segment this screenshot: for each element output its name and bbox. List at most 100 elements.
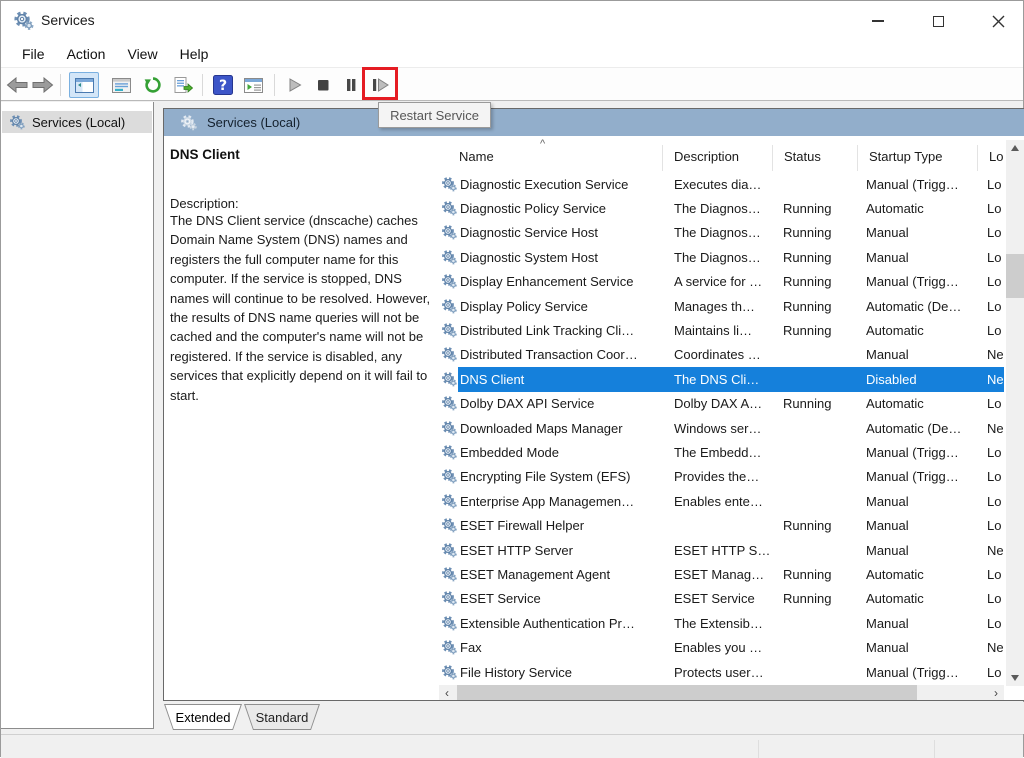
maximize-button[interactable] — [915, 1, 961, 41]
export-list-button[interactable] — [169, 72, 197, 98]
service-row[interactable]: Extensible Authentication Pr… The Extens… — [439, 611, 1004, 635]
horizontal-scrollbar[interactable]: ‹ › — [439, 685, 1004, 700]
selected-service-name: DNS Client — [170, 147, 240, 162]
tab-extended[interactable]: Extended — [164, 704, 242, 730]
properties-button[interactable] — [107, 72, 135, 98]
restart-button-highlight-box — [362, 67, 398, 100]
service-row[interactable]: Fax Enables you … Manual Ne — [439, 635, 1004, 659]
scroll-right-button[interactable]: › — [988, 685, 1004, 700]
column-header-name[interactable]: Name — [439, 145, 662, 171]
service-startup-type: Manual (Trigg… — [866, 274, 959, 290]
tab-standard[interactable]: Standard — [244, 704, 320, 730]
back-arrow-icon — [6, 77, 28, 93]
menu-action[interactable]: Action — [56, 41, 117, 67]
service-startup-type: Manual — [866, 640, 909, 656]
menu-help[interactable]: Help — [169, 41, 220, 67]
service-row[interactable]: ESET Service ESET Service Running Automa… — [439, 587, 1004, 611]
services-list: Diagnostic Execution Service Executes di… — [439, 172, 1004, 684]
menu-file[interactable]: File — [11, 41, 56, 67]
service-row[interactable]: Distributed Link Tracking Cli… Maintains… — [439, 318, 1004, 342]
service-startup-type: Automatic (De… — [866, 420, 962, 436]
service-row[interactable]: DNS Client The DNS Cli… Disabled Ne — [439, 367, 1004, 392]
service-startup-type: Manual — [866, 615, 909, 631]
extended-view-button[interactable] — [239, 72, 267, 98]
service-name-cell: Enterprise App Managemen… — [439, 493, 662, 510]
service-log-on-as: Lo — [987, 201, 1002, 217]
vertical-scrollbar-thumb[interactable] — [1006, 254, 1024, 298]
service-log-on-as: Lo — [987, 249, 1002, 265]
service-row[interactable]: Dolby DAX API Service Dolby DAX A… Runni… — [439, 392, 1004, 416]
service-row[interactable]: Downloaded Maps Manager Windows ser… Aut… — [439, 416, 1004, 440]
service-row[interactable]: Diagnostic Policy Service The Diagnos… R… — [439, 196, 1004, 220]
chevron-down-icon — [1011, 675, 1019, 681]
column-header-status[interactable]: Status — [772, 145, 857, 171]
service-row[interactable]: ESET Management Agent ESET Manag… Runnin… — [439, 562, 1004, 586]
vertical-scrollbar[interactable] — [1006, 140, 1024, 686]
service-row[interactable]: Display Policy Service Manages th… Runni… — [439, 294, 1004, 318]
service-gear-icon — [442, 323, 458, 338]
service-log-on-as: Lo — [987, 225, 1002, 241]
service-name: Display Enhancement Service — [460, 274, 634, 290]
start-service-button[interactable] — [282, 72, 308, 98]
service-row[interactable]: Display Enhancement Service A service fo… — [439, 270, 1004, 294]
back-button[interactable] — [5, 72, 29, 98]
service-description: A service for … — [674, 274, 763, 290]
column-header-startup-type[interactable]: Startup Type — [857, 145, 977, 171]
tree-item-services-local[interactable]: Services (Local) — [2, 111, 152, 133]
service-description: Manages th… — [674, 298, 755, 314]
service-row[interactable]: ESET Firewall Helper Running Manual Lo — [439, 513, 1004, 537]
service-description: Enables ente… — [674, 493, 763, 509]
service-row[interactable]: Encrypting File System (EFS) Provides th… — [439, 465, 1004, 489]
service-name: Diagnostic Policy Service — [460, 201, 606, 217]
sort-ascending-indicator: ^ — [540, 138, 546, 150]
service-log-on-as: Ne — [987, 347, 1004, 363]
forward-button[interactable] — [31, 72, 55, 98]
service-row[interactable]: Diagnostic System Host The Diagnos… Runn… — [439, 245, 1004, 269]
service-name: ESET Management Agent — [460, 566, 611, 582]
properties-icon — [111, 77, 131, 93]
service-row[interactable]: Diagnostic Service Host The Diagnos… Run… — [439, 221, 1004, 245]
minimize-button[interactable] — [855, 1, 901, 41]
service-log-on-as: Ne — [987, 371, 1004, 387]
service-name: Distributed Link Tracking Cli… — [460, 323, 635, 339]
pause-service-button[interactable] — [338, 72, 364, 98]
service-status: Running — [783, 201, 832, 217]
stop-service-button[interactable] — [310, 72, 336, 98]
close-button[interactable] — [975, 1, 1021, 41]
service-gear-icon — [442, 298, 458, 314]
close-icon — [992, 15, 1004, 27]
service-row[interactable]: Diagnostic Execution Service Executes di… — [439, 172, 1004, 196]
help-button[interactable]: ? — [210, 72, 236, 98]
service-name-cell: Display Enhancement Service — [439, 273, 662, 290]
show-console-tree-button[interactable] — [69, 72, 99, 98]
toolbar-separator — [274, 74, 275, 96]
service-name: Downloaded Maps Manager — [460, 420, 623, 436]
service-name-cell: Fax — [439, 639, 662, 656]
scroll-left-button[interactable]: ‹ — [439, 685, 455, 700]
scroll-up-button[interactable] — [1006, 140, 1024, 156]
service-name-cell: Diagnostic System Host — [439, 249, 662, 266]
pane-header-band: Services (Local) — [164, 109, 1024, 136]
service-gear-icon — [442, 518, 458, 533]
horizontal-scrollbar-thumb[interactable] — [457, 685, 917, 700]
service-name-cell: Distributed Link Tracking Cli… — [439, 322, 662, 339]
service-gear-icon — [442, 664, 458, 680]
service-row[interactable]: Embedded Mode The Embedd… Manual (Trigg…… — [439, 440, 1004, 464]
service-row[interactable]: Distributed Transaction Coor… Coordinate… — [439, 343, 1004, 367]
service-name: Distributed Transaction Coor… — [460, 347, 638, 363]
play-icon — [289, 78, 302, 92]
column-header-log-on-as[interactable]: Lo — [977, 145, 1004, 171]
service-row[interactable]: File History Service Protects user… Manu… — [439, 660, 1004, 684]
service-row[interactable]: Enterprise App Managemen… Enables ente… … — [439, 489, 1004, 513]
menu-view[interactable]: View — [116, 41, 168, 67]
refresh-button[interactable] — [140, 72, 166, 98]
service-log-on-as: Ne — [987, 420, 1004, 436]
toolbar: ? — [1, 67, 1023, 101]
service-row[interactable]: ESET HTTP Server ESET HTTP S… Manual Ne — [439, 538, 1004, 562]
service-startup-type: Manual — [866, 542, 909, 558]
scroll-down-button[interactable] — [1006, 670, 1024, 686]
column-header-description[interactable]: Description — [662, 145, 772, 171]
service-gear-icon — [442, 201, 458, 216]
service-startup-type: Manual (Trigg… — [866, 469, 959, 485]
workspace: Services (Local) Services (Local) DNS Cl… — [1, 101, 1024, 734]
